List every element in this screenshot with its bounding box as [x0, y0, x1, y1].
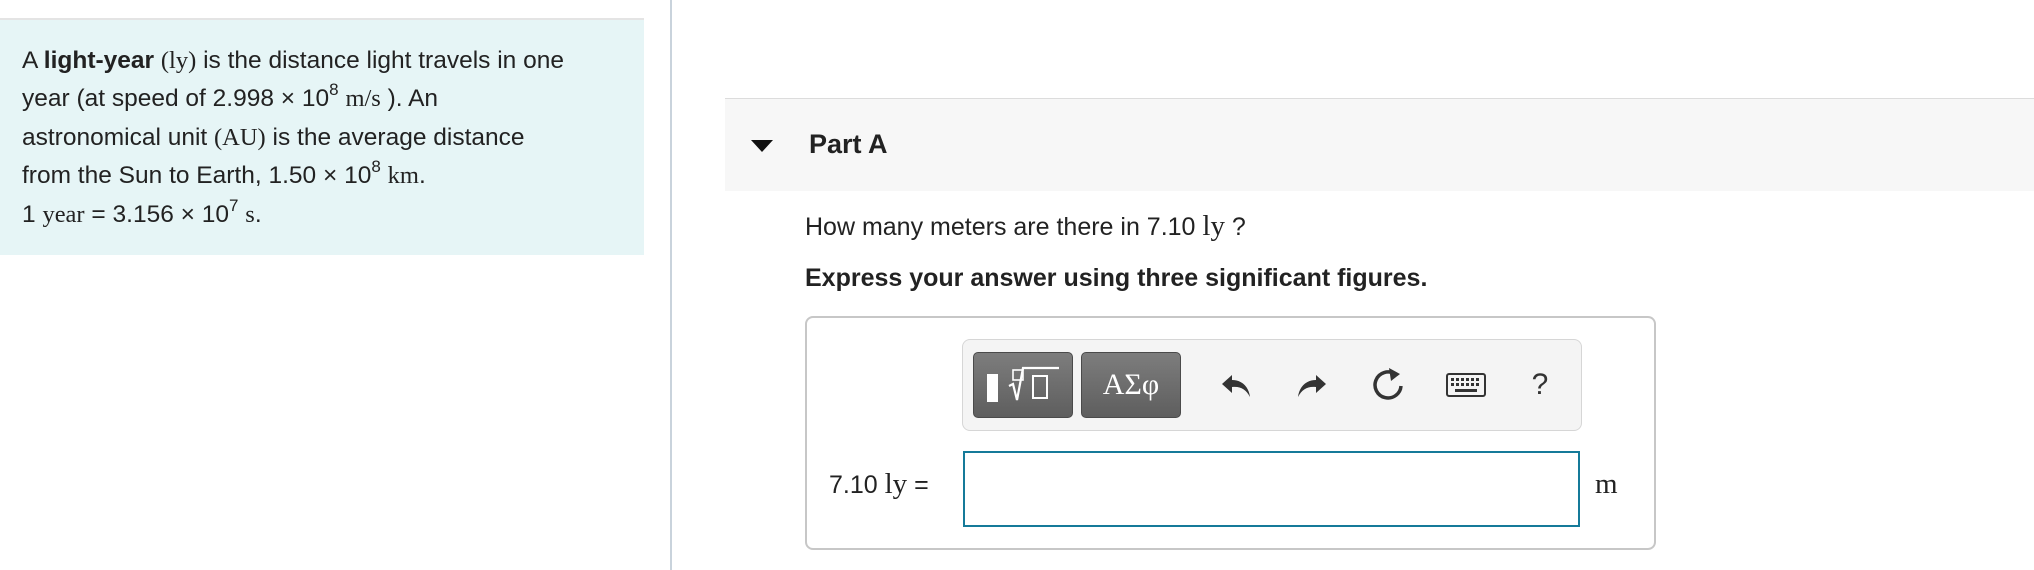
year-count: 1 [22, 201, 43, 228]
keyboard-button[interactable] [1441, 360, 1491, 410]
year-seconds-value: = 3.156 × 10 [84, 201, 230, 228]
intro-line-3: astronomical unit (AU) is the average di… [22, 119, 622, 157]
math-toolbar: ΑΣφ ? [962, 339, 1582, 431]
question-pre: How many meters are there in 7.10 [805, 213, 1203, 241]
answer-unit: m [1595, 468, 1618, 500]
reset-icon [1373, 368, 1403, 400]
au-text: astronomical unit [22, 124, 215, 151]
answer-input[interactable] [963, 451, 1580, 527]
light-year-term: light-year [43, 47, 155, 74]
reset-button[interactable] [1363, 360, 1413, 410]
redo-icon [1298, 375, 1326, 397]
intro-text: A [22, 47, 44, 74]
templates-icon [987, 366, 1059, 402]
intro-line-3-rest: is the average distance [265, 124, 525, 151]
answer-label-equals: = [907, 471, 929, 499]
intro-line-5-end: . [254, 201, 262, 228]
part-title: Part A [809, 129, 888, 159]
intro-line-4-end: . [418, 161, 426, 189]
question-post: ? [1224, 213, 1246, 241]
answer-label: 7.10 ly = [829, 468, 929, 501]
year-exponent: 7 [229, 196, 239, 215]
intro-line-4: from the Sun to Earth, 1.50 × 108 km. [22, 157, 622, 197]
undo-button[interactable] [1211, 360, 1261, 410]
intro-line-1-rest: is the distance light travels in one [196, 47, 564, 74]
greek-symbols-button[interactable]: ΑΣφ [1081, 352, 1181, 418]
ly-abbreviation: (ly) [160, 47, 197, 74]
intro-line-2: year (at speed of 2.998 × 108 m/s ). An [22, 80, 622, 120]
answer-box: ΑΣφ ? 7.10 ly = m [805, 316, 1656, 550]
help-button[interactable]: ? [1515, 360, 1565, 410]
intro-line-2-rest: ). An [380, 84, 439, 112]
question-text: How many meters are there in 7.10 ly ? [805, 210, 1246, 243]
instruction-text: Express your answer using three signific… [805, 264, 1428, 292]
au-exponent: 8 [371, 156, 381, 176]
intro-line-1: A light-year (ly) is the distance light … [22, 42, 622, 80]
collapse-caret-icon[interactable] [751, 140, 773, 152]
speed-value: year (at speed of 2.998 × 10 [22, 84, 330, 112]
templates-button[interactable] [973, 352, 1073, 418]
speed-unit: m/s [345, 84, 381, 112]
seconds-unit: s [245, 201, 255, 228]
km-unit: km [387, 161, 419, 189]
intro-line-5: 1 year = 3.156 × 107 s. [22, 196, 622, 236]
au-abbreviation: (AU) [214, 124, 266, 151]
redo-button[interactable] [1287, 360, 1337, 410]
au-value: from the Sun to Earth, 1.50 × 10 [22, 161, 372, 189]
speed-exponent: 8 [329, 79, 339, 99]
question-unit: ly [1202, 210, 1225, 242]
answer-label-number: 7.10 [829, 471, 885, 499]
problem-intro-panel: A light-year (ly) is the distance light … [0, 20, 644, 255]
keyboard-icon [1446, 373, 1486, 397]
answer-label-unit: ly [884, 468, 908, 500]
part-a-header[interactable]: Part A [725, 98, 2034, 191]
year-unit: year [42, 201, 85, 228]
undo-icon [1222, 375, 1250, 397]
column-divider [670, 0, 672, 570]
